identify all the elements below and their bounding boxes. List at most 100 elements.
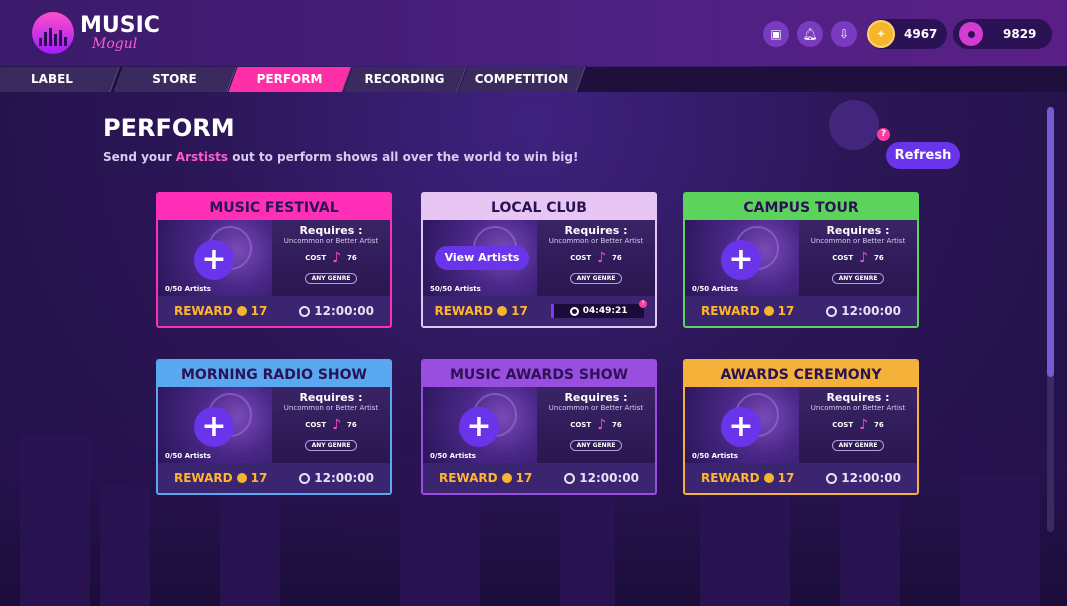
duration: 12:00:00 bbox=[299, 304, 374, 318]
add-artist-button[interactable]: + bbox=[459, 407, 499, 447]
reward: REWARD 17 bbox=[174, 471, 267, 485]
plus-icon: + bbox=[728, 409, 754, 444]
page-title: PERFORM bbox=[103, 114, 235, 142]
show-card-local-club[interactable]: LOCAL CLUB View Artists 50/50 Artists Re… bbox=[421, 192, 657, 328]
duration: 12:00:00 bbox=[299, 471, 374, 485]
cost-label: COST bbox=[832, 254, 854, 262]
window-icon[interactable]: ▣ bbox=[763, 21, 789, 47]
card-footer: REWARD 17 12:00:00 bbox=[685, 463, 917, 493]
add-artist-button[interactable]: + bbox=[194, 240, 234, 280]
moon-decoration bbox=[829, 100, 879, 150]
card-title: MUSIC FESTIVAL bbox=[158, 194, 390, 220]
cost-value: 76 bbox=[347, 421, 357, 429]
duration: 12:00:00 bbox=[564, 471, 639, 485]
timer-value: 12:00:00 bbox=[841, 471, 901, 485]
music-disc-icon bbox=[959, 22, 983, 46]
stopwatch-icon bbox=[299, 472, 311, 484]
coins-value: 4967 bbox=[904, 27, 938, 41]
cost-value: 76 bbox=[347, 254, 357, 262]
coin-icon bbox=[763, 306, 774, 316]
timer-value: 12:00:00 bbox=[314, 304, 374, 318]
coin-icon bbox=[501, 473, 512, 483]
plus-icon: + bbox=[728, 242, 754, 277]
card-title: CAMPUS TOUR bbox=[685, 194, 917, 220]
coins-counter[interactable]: ✦ 4967 bbox=[867, 19, 947, 49]
artist-count: 0/50 Artists bbox=[165, 452, 211, 460]
stopwatch-icon bbox=[569, 306, 579, 316]
requires-label: Requires : bbox=[564, 391, 628, 404]
requires-label: Requires : bbox=[564, 224, 628, 237]
card-title: MORNING RADIO SHOW bbox=[158, 361, 390, 387]
genre-badge: ANY GENRE bbox=[569, 273, 623, 284]
music-note-icon: ♪ bbox=[332, 250, 342, 266]
add-artist-button[interactable]: + bbox=[721, 407, 761, 447]
reward-value: 17 bbox=[250, 471, 268, 485]
card-footer: REWARD 17 04:49:21 bbox=[423, 296, 655, 326]
requirements-panel: Requires : Uncommon or Better Artist COS… bbox=[537, 387, 655, 463]
coin-icon: ✦ bbox=[867, 20, 895, 48]
reward: REWARD 17 bbox=[701, 471, 794, 485]
requires-detail: Uncommon or Better Artist bbox=[548, 404, 644, 412]
card-title: AWARDS CEREMONY bbox=[685, 361, 917, 387]
page-subtitle: Send your Arstists out to perform shows … bbox=[103, 150, 579, 164]
requirements-panel: Requires : Uncommon or Better Artist COS… bbox=[272, 220, 390, 296]
cost-value: 76 bbox=[612, 254, 622, 262]
requires-label: Requires : bbox=[299, 391, 363, 404]
card-title: LOCAL CLUB bbox=[423, 194, 655, 220]
stopwatch-icon bbox=[299, 305, 311, 317]
reward-label: REWARD bbox=[700, 304, 760, 318]
plus-icon: + bbox=[201, 409, 227, 444]
tab-perform[interactable]: PERFORM bbox=[228, 67, 352, 92]
cost-value: 76 bbox=[874, 421, 884, 429]
genre-badge: ANY GENRE bbox=[569, 440, 623, 451]
tab-competition[interactable]: COMPETITION bbox=[458, 67, 586, 92]
tab-store[interactable]: STORE bbox=[113, 67, 237, 92]
add-artist-button[interactable]: + bbox=[721, 240, 761, 280]
reward-value: 17 bbox=[777, 304, 795, 318]
bell-icon[interactable]: 🔔︎ bbox=[797, 21, 823, 47]
add-artist-button[interactable]: + bbox=[194, 407, 234, 447]
stopwatch-icon bbox=[564, 472, 576, 484]
show-card-music-festival[interactable]: MUSIC FESTIVAL + 0/50 Artists Requires :… bbox=[156, 192, 392, 328]
fans-counter[interactable]: 9829 bbox=[953, 19, 1052, 49]
requires-detail: Uncommon or Better Artist bbox=[810, 404, 906, 412]
cost-value: 76 bbox=[612, 421, 622, 429]
requires-label: Requires : bbox=[826, 391, 890, 404]
logo-title: MUSIC bbox=[80, 13, 160, 38]
countdown-timer: 04:49:21 bbox=[550, 304, 644, 318]
music-note-icon: ♪ bbox=[332, 417, 342, 433]
timer-value: 12:00:00 bbox=[841, 304, 901, 318]
cost-value: 76 bbox=[874, 254, 884, 262]
help-icon[interactable]: ? bbox=[877, 128, 890, 141]
coin-icon bbox=[236, 473, 247, 483]
timer-value: 12:00:00 bbox=[314, 471, 374, 485]
show-card-awards-ceremony[interactable]: AWARDS CEREMONY + 0/50 Artists Requires … bbox=[683, 359, 919, 495]
music-note-icon: ♪ bbox=[597, 417, 607, 433]
card-footer: REWARD 17 12:00:00 bbox=[685, 296, 917, 326]
help-icon[interactable]: ? bbox=[639, 300, 647, 308]
show-card-music-awards-show[interactable]: MUSIC AWARDS SHOW + 0/50 Artists Require… bbox=[421, 359, 657, 495]
scrollbar[interactable] bbox=[1047, 107, 1054, 532]
card-title: MUSIC AWARDS SHOW bbox=[423, 361, 655, 387]
music-note-icon: ♪ bbox=[859, 417, 869, 433]
requirements-panel: Requires : Uncommon or Better Artist COS… bbox=[799, 220, 917, 296]
reward: REWARD 17 bbox=[174, 304, 267, 318]
plus-icon: + bbox=[466, 409, 492, 444]
timer-value: 04:49:21 bbox=[582, 306, 628, 316]
inbox-icon[interactable]: ⇩ bbox=[831, 21, 857, 47]
duration: 12:00:00 bbox=[826, 471, 901, 485]
view-artists-button[interactable]: View Artists bbox=[435, 246, 529, 270]
timer-value: 12:00:00 bbox=[579, 471, 639, 485]
tab-recording[interactable]: RECORDING bbox=[343, 67, 467, 92]
refresh-button[interactable]: Refresh bbox=[886, 142, 960, 169]
coin-icon bbox=[497, 306, 508, 316]
show-card-morning-radio-show[interactable]: MORNING RADIO SHOW + 0/50 Artists Requir… bbox=[156, 359, 392, 495]
requires-detail: Uncommon or Better Artist bbox=[810, 237, 906, 245]
tab-label[interactable]: LABEL bbox=[0, 67, 120, 92]
game-logo[interactable]: MUSIC Mogul bbox=[32, 12, 160, 54]
card-footer: REWARD 17 12:00:00 bbox=[158, 463, 390, 493]
scrollbar-thumb[interactable] bbox=[1047, 107, 1054, 377]
show-card-campus-tour[interactable]: CAMPUS TOUR + 0/50 Artists Requires : Un… bbox=[683, 192, 919, 328]
stopwatch-icon bbox=[826, 305, 838, 317]
coin-icon bbox=[763, 473, 774, 483]
